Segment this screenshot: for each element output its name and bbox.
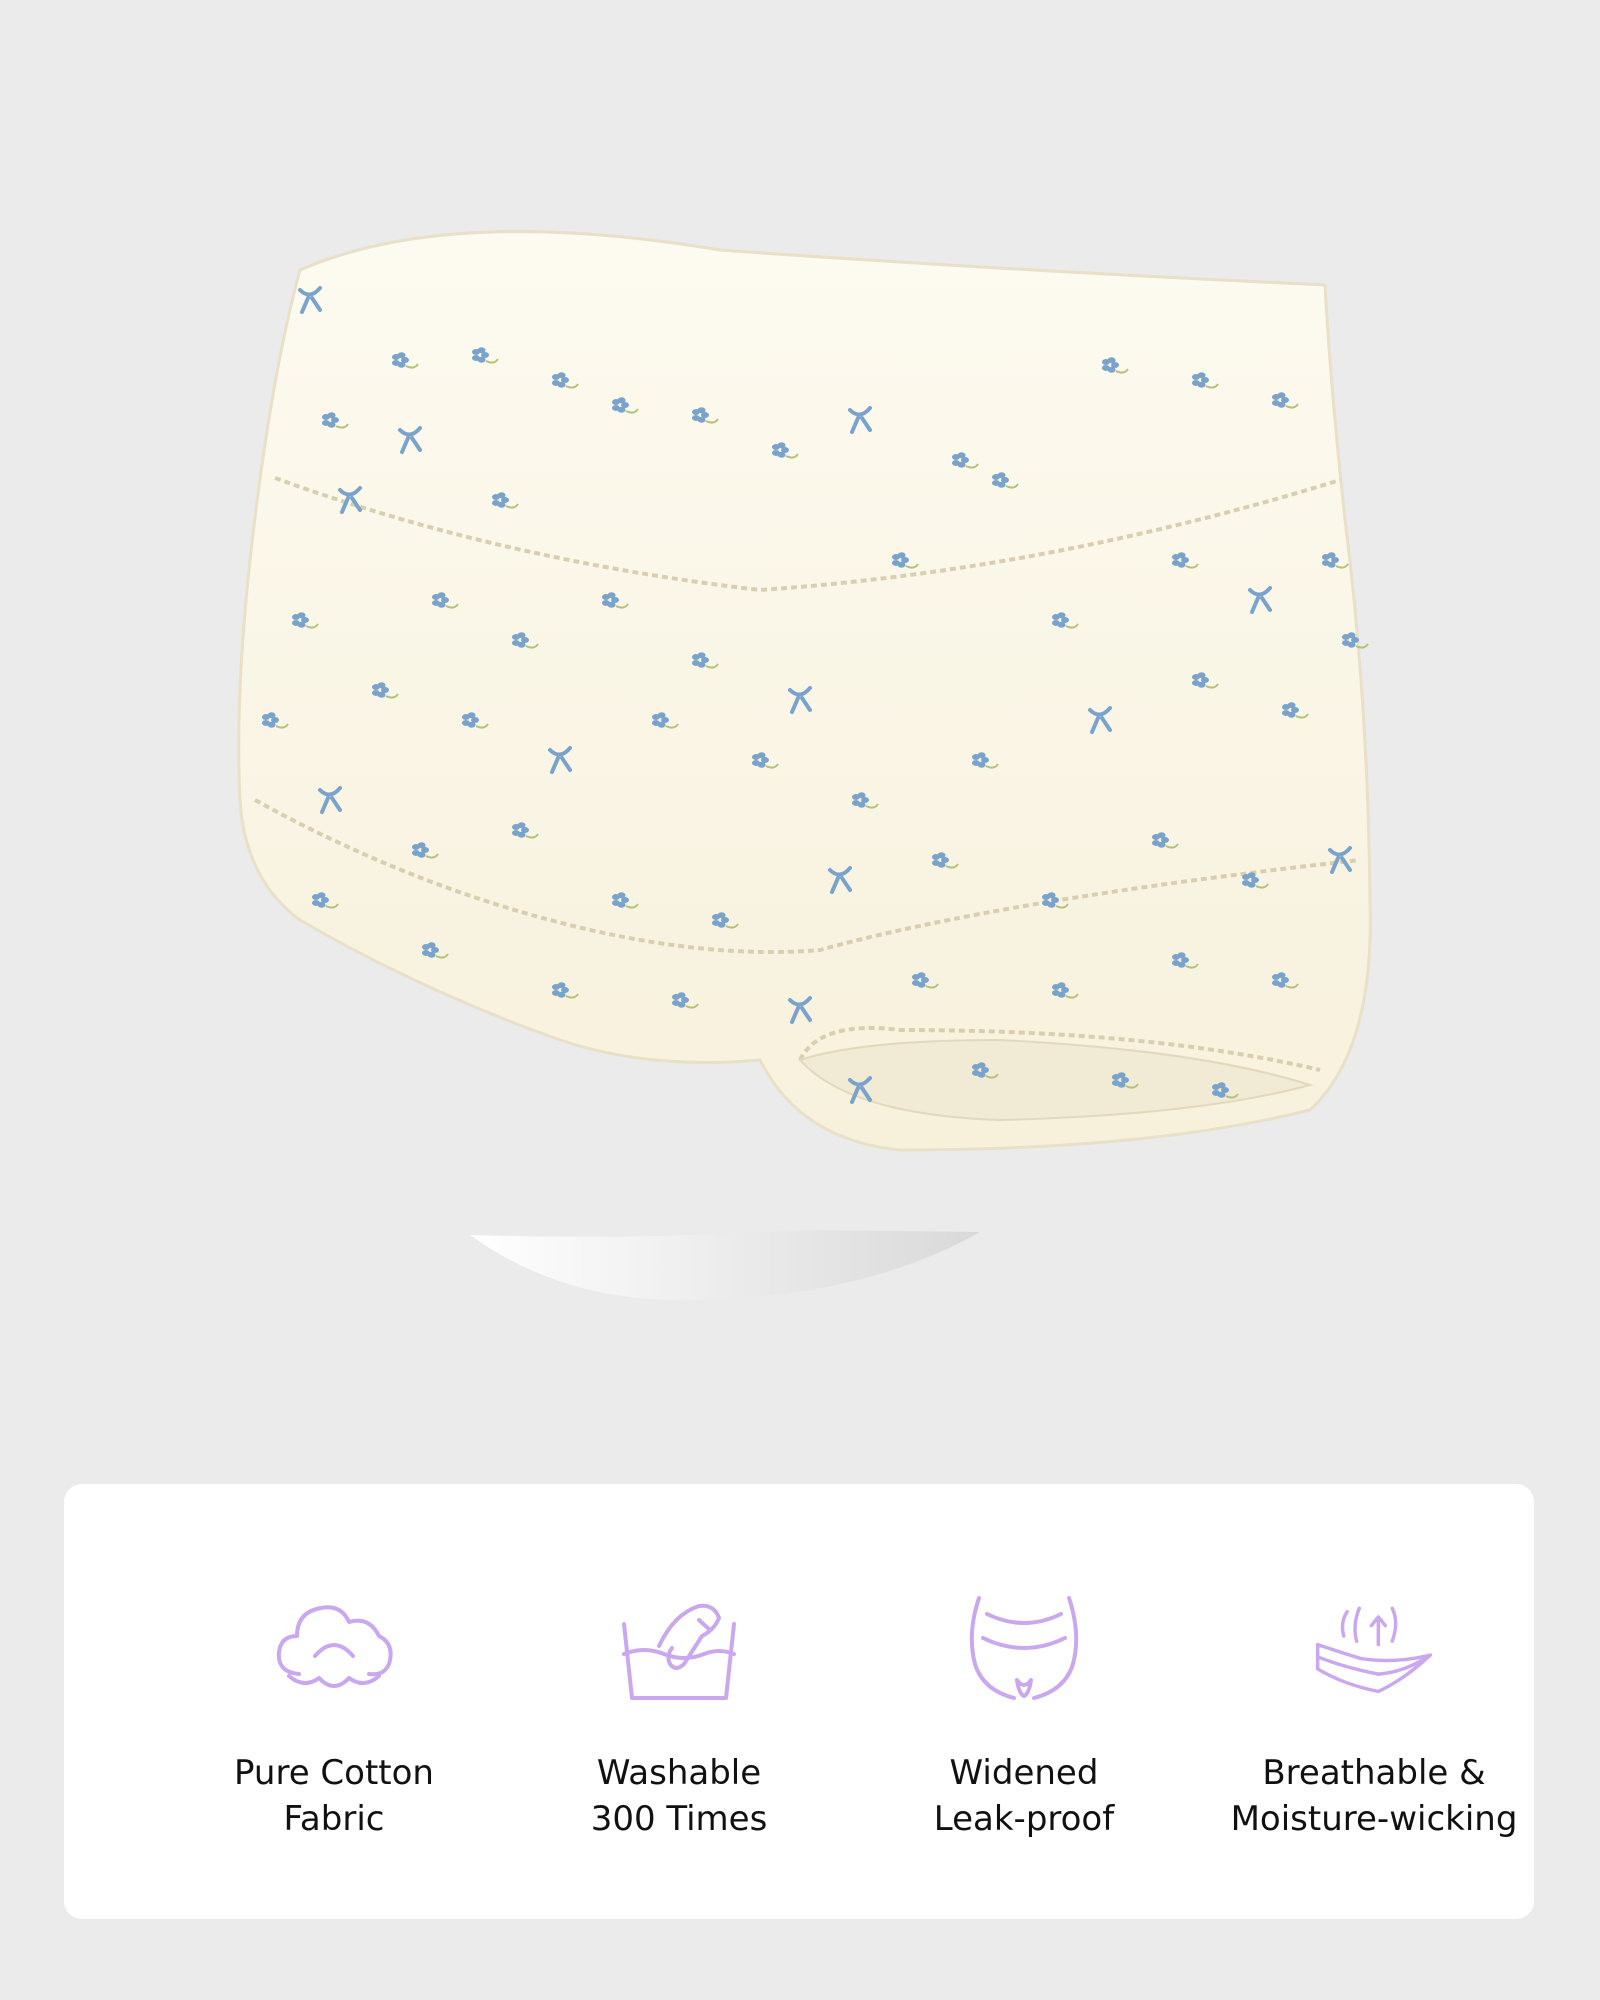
feature-pure-cotton: Pure Cotton Fabric	[164, 1594, 504, 1842]
feature-label: Pure Cotton Fabric	[234, 1753, 434, 1839]
feature-leak-proof: Widened Leak-proof	[854, 1594, 1194, 1842]
floral-print-mark	[1341, 632, 1369, 649]
feature-label: Breathable & Moisture-wicking	[1230, 1753, 1518, 1839]
feature-label: Widened Leak-proof	[933, 1753, 1115, 1839]
product-image	[0, 0, 1600, 1420]
feature-washable: Washable 300 Times	[509, 1594, 849, 1842]
cotton-icon	[276, 1605, 393, 1688]
hand-wash-icon	[622, 1603, 736, 1700]
feature-breathable: Breathable & Moisture-wicking	[1204, 1594, 1544, 1842]
breathable-layers-icon	[1315, 1606, 1433, 1694]
feature-label: Washable 300 Times	[590, 1753, 768, 1839]
features-card: Pure Cotton Fabric Washable 300 Times Wi…	[64, 1484, 1534, 1919]
body-outline-icon	[969, 1596, 1079, 1700]
